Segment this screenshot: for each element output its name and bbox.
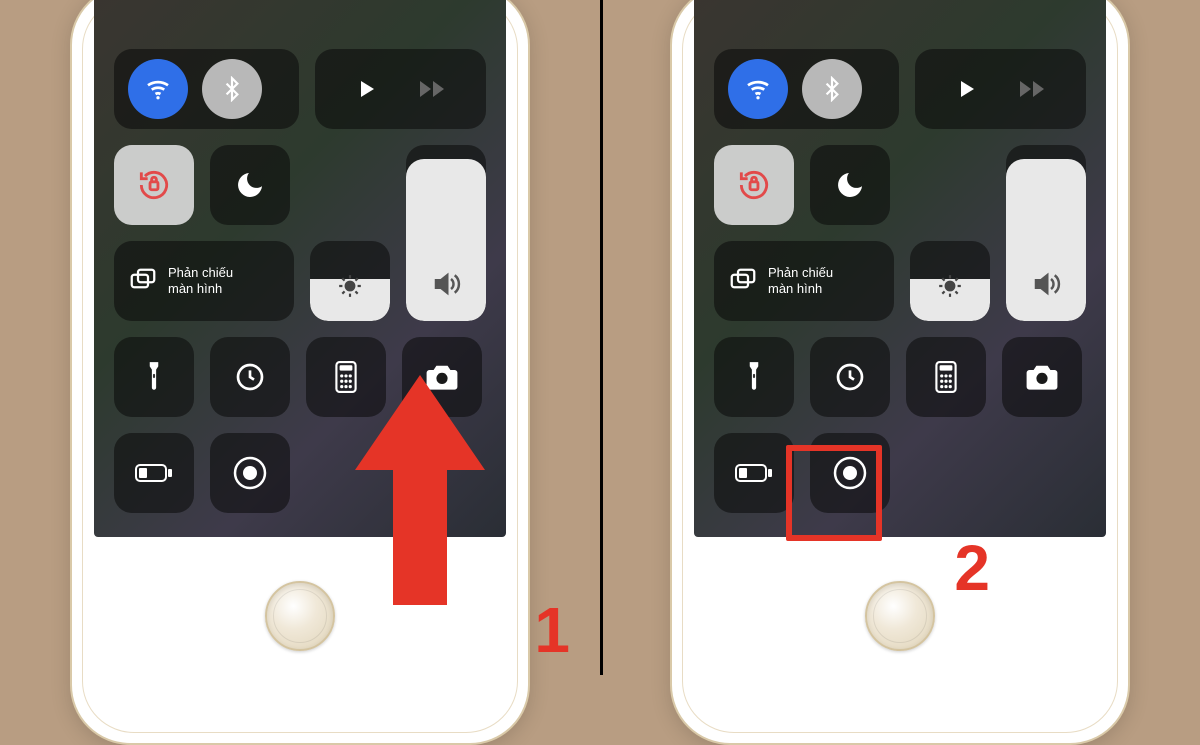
screen-record-icon <box>232 455 268 491</box>
wifi-toggle[interactable] <box>728 59 788 119</box>
timer-button[interactable] <box>210 337 290 417</box>
play-icon[interactable] <box>954 77 978 101</box>
rotation-lock-icon <box>135 166 173 204</box>
step-number-1: 1 <box>534 593 570 667</box>
volume-icon <box>1031 269 1061 299</box>
flashlight-button[interactable] <box>114 337 194 417</box>
iphone-device: Phản chiếu màn hình <box>70 0 530 745</box>
moon-icon <box>834 169 866 201</box>
brightness-slider[interactable] <box>310 241 390 321</box>
bluetooth-icon <box>819 76 845 102</box>
connectivity-group[interactable] <box>114 49 299 129</box>
volume-icon <box>431 269 461 299</box>
forward-icon[interactable] <box>1018 77 1048 101</box>
forward-icon[interactable] <box>418 77 448 101</box>
play-icon[interactable] <box>354 77 378 101</box>
timer-button[interactable] <box>810 337 890 417</box>
screen-mirror-label: Phản chiếu màn hình <box>168 265 233 296</box>
wifi-icon <box>743 74 773 104</box>
do-not-disturb-toggle[interactable] <box>810 145 890 225</box>
flashlight-button[interactable] <box>714 337 794 417</box>
camera-button[interactable] <box>1002 337 1082 417</box>
swipe-up-arrow <box>355 375 485 605</box>
calculator-button[interactable] <box>906 337 986 417</box>
screen-mirror-icon <box>728 266 758 296</box>
bluetooth-toggle[interactable] <box>802 59 862 119</box>
screen-mirror-icon <box>128 266 158 296</box>
panel-divider <box>600 0 603 675</box>
camera-icon <box>1025 363 1059 391</box>
step-number-2: 2 <box>954 531 990 605</box>
low-power-button[interactable] <box>114 433 194 513</box>
media-controls[interactable] <box>315 49 486 129</box>
rotation-lock-icon <box>735 166 773 204</box>
bluetooth-toggle[interactable] <box>202 59 262 119</box>
step-panel-2: Phản chiếu màn hình <box>600 0 1200 675</box>
home-button[interactable] <box>865 581 935 651</box>
timer-icon <box>834 361 866 393</box>
screen-mirroring-button[interactable]: Phản chiếu màn hình <box>714 241 894 321</box>
volume-slider[interactable] <box>1006 145 1086 321</box>
low-power-icon <box>734 462 774 484</box>
bluetooth-icon <box>219 76 245 102</box>
brightness-icon <box>937 273 963 299</box>
moon-icon <box>234 169 266 201</box>
home-button[interactable] <box>265 581 335 651</box>
rotation-lock-toggle[interactable] <box>714 145 794 225</box>
screen-mirror-label: Phản chiếu màn hình <box>768 265 833 296</box>
timer-icon <box>234 361 266 393</box>
low-power-icon <box>134 462 174 484</box>
screen-record-highlight <box>786 445 882 541</box>
screen-record-button[interactable] <box>210 433 290 513</box>
rotation-lock-toggle[interactable] <box>114 145 194 225</box>
flashlight-icon <box>741 360 767 394</box>
calculator-icon <box>933 361 959 393</box>
wifi-toggle[interactable] <box>128 59 188 119</box>
brightness-icon <box>337 273 363 299</box>
screen-mirroring-button[interactable]: Phản chiếu màn hình <box>114 241 294 321</box>
connectivity-group[interactable] <box>714 49 899 129</box>
control-center[interactable]: Phản chiếu màn hình <box>694 0 1106 537</box>
low-power-button[interactable] <box>714 433 794 513</box>
flashlight-icon <box>141 360 167 394</box>
wifi-icon <box>143 74 173 104</box>
media-controls[interactable] <box>915 49 1086 129</box>
brightness-slider[interactable] <box>910 241 990 321</box>
step-panel-1: Phản chiếu màn hình <box>0 0 600 675</box>
do-not-disturb-toggle[interactable] <box>210 145 290 225</box>
iphone-device: Phản chiếu màn hình <box>670 0 1130 745</box>
volume-slider[interactable] <box>406 145 486 321</box>
